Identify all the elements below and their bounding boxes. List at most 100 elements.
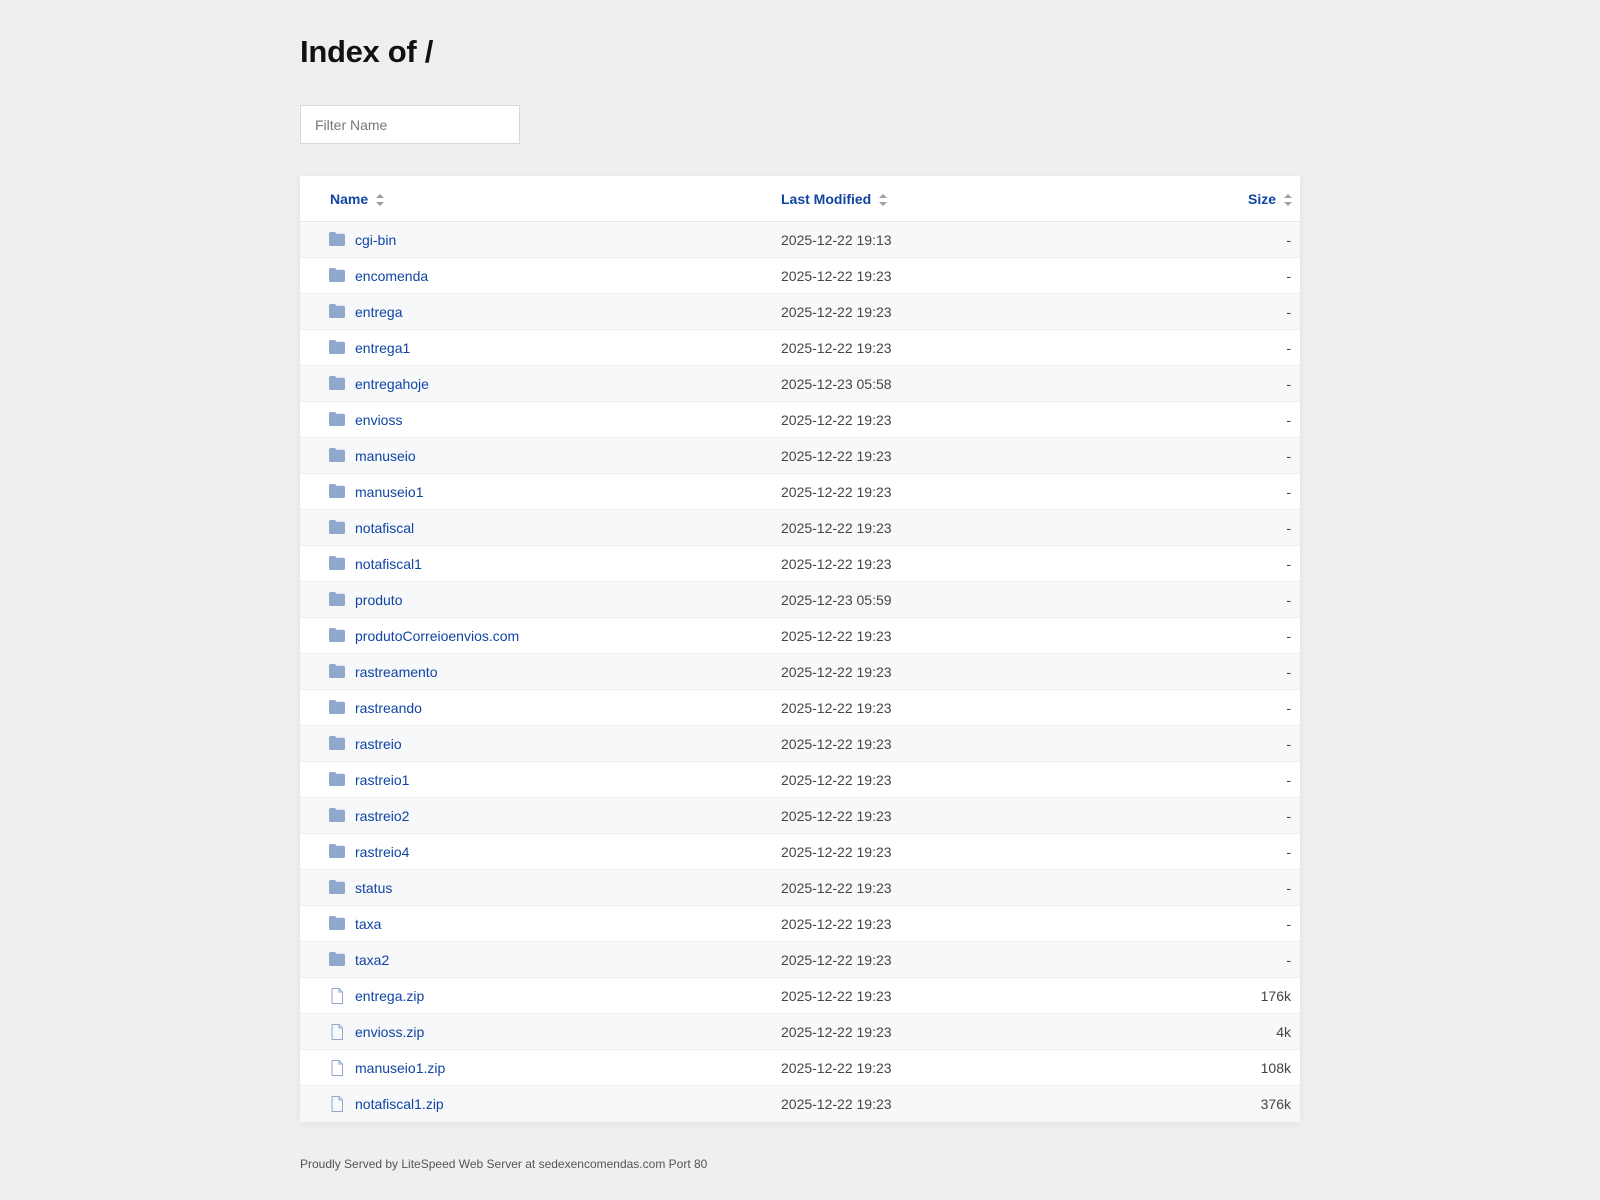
file-link[interactable]: manuseio1.zip (355, 1060, 445, 1076)
folder-icon (329, 952, 345, 966)
table-row: notafiscal 2025-12-22 19:23 - (300, 510, 1300, 546)
file-icon (329, 988, 345, 1004)
sort-arrows-icon (1284, 194, 1292, 207)
table-row: notafiscal1 2025-12-22 19:23 - (300, 546, 1300, 582)
folder-icon (329, 304, 345, 318)
size-cell: - (1286, 628, 1291, 644)
folder-link[interactable]: entrega (355, 304, 402, 320)
table-body: cgi-bin 2025-12-22 19:13 - encomenda 2025-12… (300, 222, 1300, 1122)
folder-link[interactable]: entrega1 (355, 340, 410, 356)
last-modified-cell: 2025-12-22 19:23 (781, 844, 892, 860)
last-modified-cell: 2025-12-23 05:59 (781, 592, 892, 608)
size-cell: - (1286, 412, 1291, 428)
folder-icon (329, 484, 345, 498)
last-modified-cell: 2025-12-22 19:23 (781, 268, 892, 284)
size-cell: - (1286, 880, 1291, 896)
sort-arrows-icon (376, 194, 385, 207)
sort-by-name-header[interactable]: Name (330, 191, 385, 207)
folder-link[interactable]: produtoCorreioenvios.com (355, 628, 519, 644)
table-row: manuseio1 2025-12-22 19:23 - (300, 474, 1300, 510)
folder-icon (329, 916, 345, 930)
table-row: encomenda 2025-12-22 19:23 - (300, 258, 1300, 294)
folder-icon (329, 556, 345, 570)
table-row: produtoCorreioenvios.com 2025-12-22 19:23… (300, 618, 1300, 654)
last-modified-cell: 2025-12-22 19:23 (781, 412, 892, 428)
folder-icon (329, 340, 345, 354)
folder-link[interactable]: taxa (355, 916, 381, 932)
size-cell: - (1286, 844, 1291, 860)
size-cell: - (1286, 376, 1291, 392)
table-row: entrega 2025-12-22 19:23 - (300, 294, 1300, 330)
size-cell: 176k (1260, 988, 1291, 1004)
size-cell: - (1286, 808, 1291, 824)
folder-link[interactable]: rastreio4 (355, 844, 409, 860)
folder-link[interactable]: manuseio (355, 448, 416, 464)
filter-name-input[interactable] (300, 105, 520, 144)
folder-icon (329, 520, 345, 534)
size-cell: - (1286, 592, 1291, 608)
size-cell: - (1286, 736, 1291, 752)
table-header: Name Last Modified Size (300, 176, 1300, 222)
size-cell: 376k (1260, 1096, 1291, 1112)
last-modified-cell: 2025-12-22 19:23 (781, 700, 892, 716)
file-icon (329, 1024, 345, 1040)
table-row: envioss.zip 2025-12-22 19:23 4k (300, 1014, 1300, 1050)
size-cell: - (1286, 952, 1291, 968)
sort-by-modified-header[interactable]: Last Modified (781, 191, 888, 207)
table-row: rastreio4 2025-12-22 19:23 - (300, 834, 1300, 870)
table-row: envioss 2025-12-22 19:23 - (300, 402, 1300, 438)
size-cell: - (1286, 664, 1291, 680)
last-modified-cell: 2025-12-22 19:23 (781, 880, 892, 896)
folder-icon (329, 628, 345, 642)
folder-icon (329, 592, 345, 606)
last-modified-cell: 2025-12-22 19:23 (781, 340, 892, 356)
folder-link[interactable]: rastreio1 (355, 772, 409, 788)
table-row: cgi-bin 2025-12-22 19:13 - (300, 222, 1300, 258)
size-cell: 4k (1276, 1024, 1291, 1040)
folder-link[interactable]: envioss (355, 412, 402, 428)
size-cell: 108k (1260, 1060, 1291, 1076)
folder-link[interactable]: rastreando (355, 700, 422, 716)
folder-link[interactable]: notafiscal1 (355, 556, 422, 572)
folder-icon (329, 736, 345, 750)
size-cell: - (1286, 700, 1291, 716)
file-listing-table: Name Last Modified Size cgi-bin 2025-12-2… (300, 176, 1300, 1122)
table-row: status 2025-12-22 19:23 - (300, 870, 1300, 906)
last-modified-cell: 2025-12-23 05:58 (781, 376, 892, 392)
last-modified-cell: 2025-12-22 19:23 (781, 772, 892, 788)
table-row: rastreando 2025-12-22 19:23 - (300, 690, 1300, 726)
last-modified-cell: 2025-12-22 19:23 (781, 484, 892, 500)
folder-link[interactable]: taxa2 (355, 952, 389, 968)
table-row: rastreio1 2025-12-22 19:23 - (300, 762, 1300, 798)
table-row: rastreio2 2025-12-22 19:23 - (300, 798, 1300, 834)
size-cell: - (1286, 484, 1291, 500)
last-modified-cell: 2025-12-22 19:23 (781, 952, 892, 968)
folder-link[interactable]: encomenda (355, 268, 428, 284)
size-cell: - (1286, 448, 1291, 464)
folder-link[interactable]: status (355, 880, 392, 896)
folder-link[interactable]: entregahoje (355, 376, 429, 392)
file-link[interactable]: entrega.zip (355, 988, 424, 1004)
size-cell: - (1286, 520, 1291, 536)
file-link[interactable]: notafiscal1.zip (355, 1096, 444, 1112)
table-row: taxa2 2025-12-22 19:23 - (300, 942, 1300, 978)
modified-header-label: Last Modified (781, 191, 872, 207)
file-link[interactable]: envioss.zip (355, 1024, 424, 1040)
table-row: notafiscal1.zip 2025-12-22 19:23 376k (300, 1086, 1300, 1122)
folder-link[interactable]: rastreio2 (355, 808, 409, 824)
size-cell: - (1286, 916, 1291, 932)
table-row: manuseio 2025-12-22 19:23 - (300, 438, 1300, 474)
folder-link[interactable]: produto (355, 592, 402, 608)
server-footer: Proudly Served by LiteSpeed Web Server a… (300, 1157, 708, 1171)
size-cell: - (1286, 556, 1291, 572)
sort-by-size-header[interactable]: Size (1248, 191, 1292, 207)
folder-icon (329, 268, 345, 282)
last-modified-cell: 2025-12-22 19:23 (781, 556, 892, 572)
folder-link[interactable]: rastreamento (355, 664, 437, 680)
folder-icon (329, 664, 345, 678)
last-modified-cell: 2025-12-22 19:23 (781, 916, 892, 932)
folder-link[interactable]: notafiscal (355, 520, 414, 536)
folder-link[interactable]: cgi-bin (355, 232, 396, 248)
folder-link[interactable]: manuseio1 (355, 484, 424, 500)
folder-link[interactable]: rastreio (355, 736, 402, 752)
